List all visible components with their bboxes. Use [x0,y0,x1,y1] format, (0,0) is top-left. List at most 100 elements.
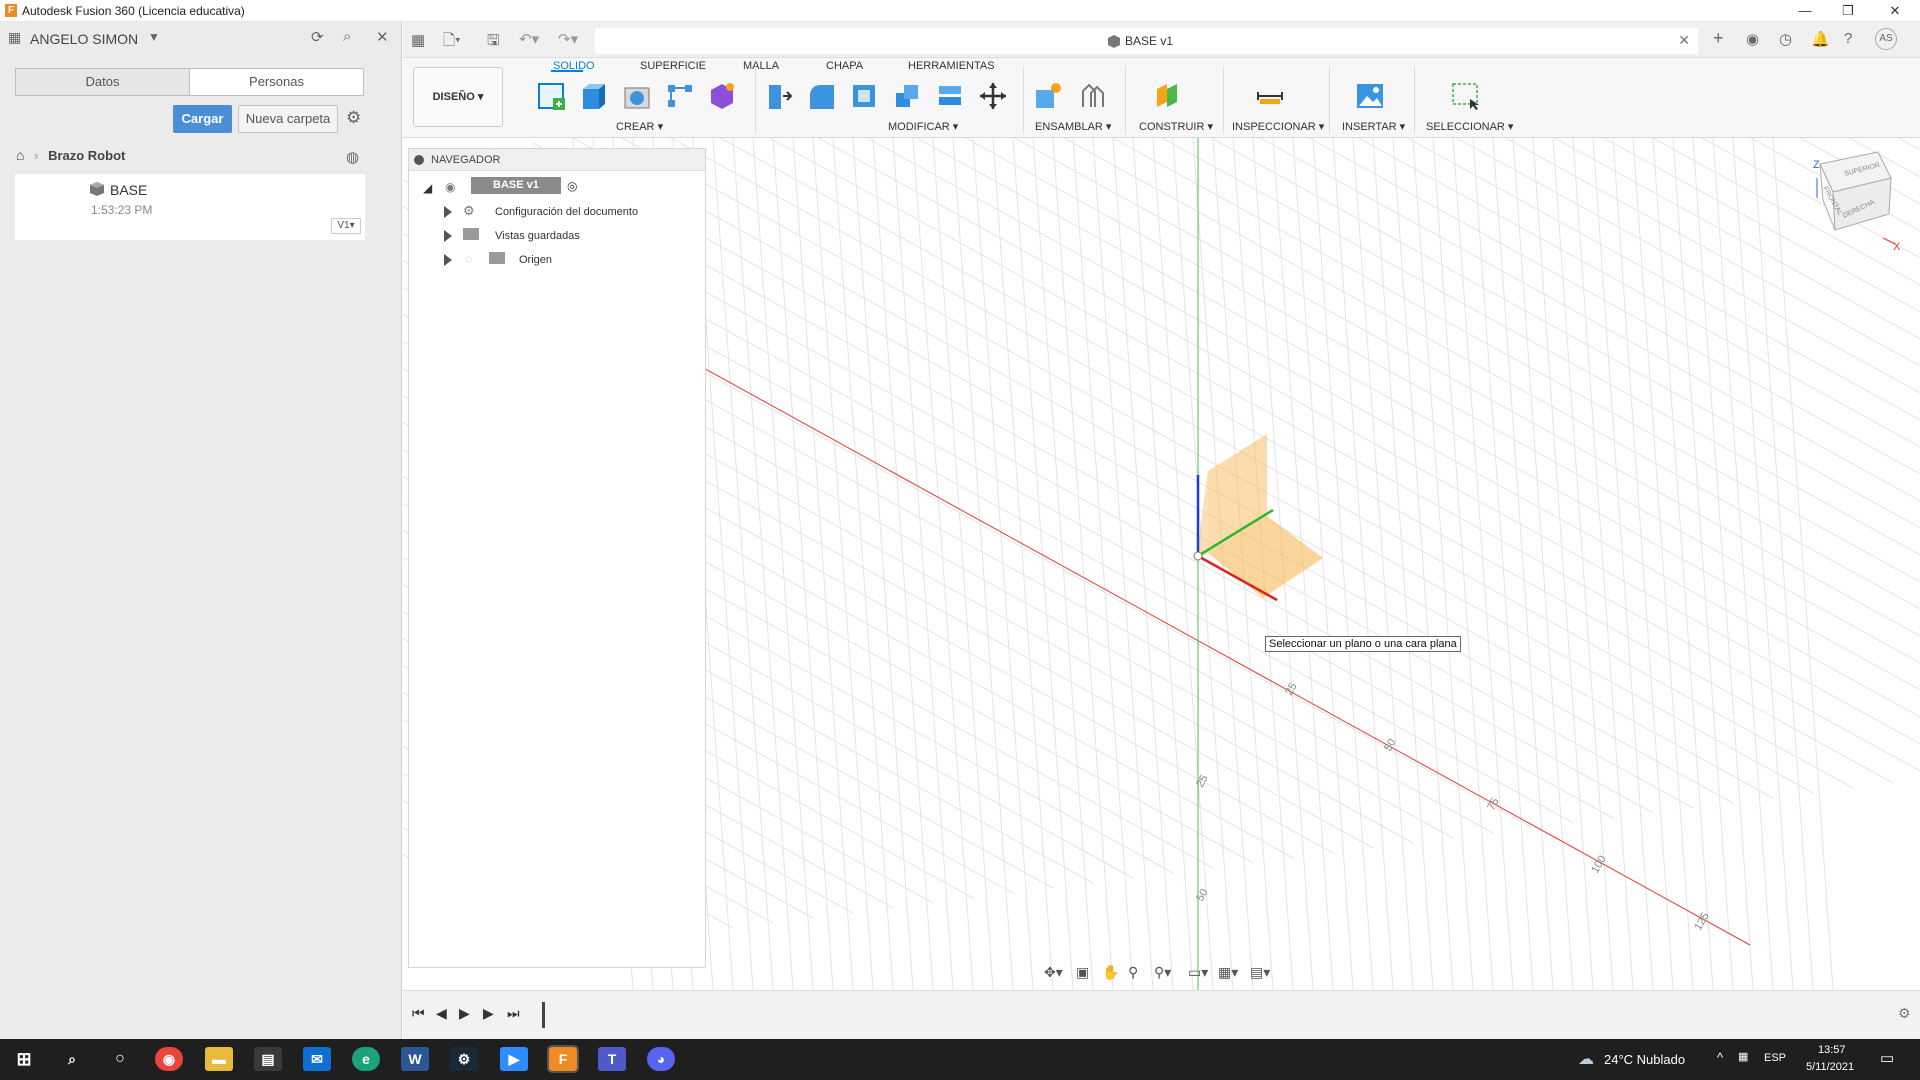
store-icon[interactable]: ▤ [254,1047,282,1071]
file-menu-icon[interactable]: 🗋▾ [443,30,461,55]
press-pull-icon[interactable] [763,81,793,111]
user-name[interactable]: ANGELO SIMON [30,31,138,47]
fusion-taskbar-icon[interactable]: F [547,1045,579,1073]
sweep-icon[interactable] [665,81,695,111]
hidden-eye-icon[interactable]: ◌ [465,252,472,266]
document-tab[interactable]: BASE v1 ✕ [595,28,1698,54]
expand-icon[interactable] [444,254,452,266]
restore-icon[interactable]: ❐ [1828,0,1868,22]
view-cube[interactable]: SUPERIOR FRONTAL DERECHA Z X [1813,151,1901,253]
ime-icon[interactable]: ▦ [1738,1050,1748,1063]
group-seleccionar[interactable]: SELECCIONAR ▾ [1426,120,1513,133]
root-component[interactable]: BASE v1 [471,177,561,194]
workspace-dropdown[interactable]: DISEÑO ▾ [413,67,503,127]
group-construir[interactable]: CONSTRUIR ▾ [1139,120,1213,133]
combine-icon[interactable] [892,81,922,111]
offset-plane-icon[interactable] [1153,81,1183,111]
timeline-marker[interactable] [542,1002,545,1028]
look-at-icon[interactable]: ▣ [1076,964,1089,981]
upload-button[interactable]: Cargar [173,105,232,133]
mail-icon[interactable]: ✉ [303,1047,331,1071]
joint-icon[interactable] [1078,81,1108,111]
collapse-icon[interactable] [414,155,424,165]
edge-icon[interactable]: e [352,1047,380,1071]
play-icon[interactable]: ▶ [459,1005,470,1022]
go-to-end-icon[interactable]: ⏭ [507,1005,520,1022]
file-card[interactable]: BASE 1:53:23 PM V1▾ [15,174,365,240]
new-folder-button[interactable]: Nueva carpeta [238,105,338,133]
orbit-icon[interactable]: ✥▾ [1044,964,1063,981]
search-icon[interactable]: ⌕ [343,28,351,45]
browser-item[interactable]: Origen [519,254,552,266]
timeline-settings-icon[interactable]: ⚙ [1898,1005,1911,1022]
zoom-app-icon[interactable]: ▶ [500,1047,528,1071]
cortana-icon[interactable]: ○ [106,1047,134,1071]
data-panel-icon[interactable]: ▦ [411,31,425,49]
new-tab-icon[interactable]: + [1713,28,1724,49]
root-collapse-icon[interactable]: ◢ [423,181,432,195]
job-status-icon[interactable]: ◷ [1779,30,1792,48]
teams-icon[interactable]: T [598,1047,626,1071]
discord-icon[interactable]: ◕ [647,1047,675,1071]
fit-icon[interactable]: ⚲▾ [1154,964,1171,981]
group-insertar[interactable]: INSERTAR ▾ [1342,120,1405,133]
notification-center-icon[interactable]: ▭ [1880,1049,1894,1067]
tab-datos[interactable]: Datos [16,69,190,95]
version-dropdown[interactable]: V1▾ [331,218,361,234]
group-ensamblar[interactable]: ENSAMBLAR ▾ [1035,120,1111,133]
save-icon[interactable]: 🖫 [487,30,500,55]
home-icon[interactable]: ⌂ [16,147,24,163]
zoom-icon[interactable]: ⚲ [1128,964,1138,981]
gear-icon[interactable]: ⚙ [346,108,361,128]
notifications-icon[interactable]: 🔔 [1811,30,1830,48]
display-settings-icon[interactable]: ▭▾ [1188,964,1208,981]
grid-settings-icon[interactable]: ▦▾ [1218,964,1238,981]
redo-icon[interactable]: ↷▾ [558,30,578,48]
step-forward-icon[interactable]: ▶ [483,1005,494,1022]
avatar[interactable]: AS [1875,28,1897,50]
apps-grid-icon[interactable]: ▦ [8,29,21,46]
fillet-icon[interactable] [806,81,836,111]
insert-image-icon[interactable] [1355,81,1385,111]
help-icon[interactable]: ? [1844,30,1852,47]
browser-header[interactable]: NAVEGADOR [409,149,705,171]
window-select-icon[interactable] [1450,81,1480,111]
search-icon[interactable]: ⌕ [58,1047,86,1071]
activate-radio-icon[interactable]: ◎ [567,179,577,193]
new-component-icon[interactable] [1033,81,1063,111]
windows-start-icon[interactable]: ⊞ [10,1047,38,1071]
measure-icon[interactable] [1255,81,1285,111]
weather-text[interactable]: 24°C Nublado [1604,1052,1685,1067]
expand-icon[interactable] [444,206,452,218]
group-inspeccionar[interactable]: INSPECCIONAR ▾ [1232,120,1324,133]
tab-personas[interactable]: Personas [190,69,363,95]
expand-icon[interactable] [444,230,452,242]
tray-chevron-icon[interactable]: ^ [1717,1050,1723,1065]
close-tab-icon[interactable]: ✕ [1678,32,1690,49]
visibility-eye-icon[interactable]: ◉ [445,180,455,194]
clock-time[interactable]: 13:57 [1818,1044,1846,1056]
revolve-icon[interactable] [622,81,652,111]
undo-icon[interactable]: ↶▾ [519,30,539,48]
form-icon[interactable] [707,81,737,111]
origin-point[interactable] [1193,551,1203,561]
tab-malla[interactable]: MALLA [743,60,779,72]
go-to-start-icon[interactable]: ⏮ [412,1005,425,1022]
refresh-icon[interactable]: ⟳ [311,28,324,46]
tab-chapa[interactable]: CHAPA [826,60,863,72]
group-modificar[interactable]: MODIFICAR ▾ [888,120,958,133]
move-icon[interactable] [978,81,1008,111]
create-sketch-icon[interactable] [537,81,567,111]
clock-date[interactable]: 5/11/2021 [1806,1061,1854,1073]
close-icon[interactable]: ✕ [1875,0,1915,22]
extensions-icon[interactable]: ◉ [1746,30,1759,48]
group-crear[interactable]: CREAR ▾ [616,120,663,133]
word-icon[interactable]: W [401,1047,429,1071]
globe-icon[interactable]: ◍ [346,148,359,166]
breadcrumb-project[interactable]: Brazo Robot [48,148,125,163]
pan-icon[interactable]: ✋ [1102,964,1119,981]
minimize-icon[interactable]: — [1785,0,1825,22]
language-indicator[interactable]: ESP [1764,1052,1786,1064]
steam-icon[interactable]: ⚙ [450,1047,478,1071]
browser-item[interactable]: Configuración del documento [495,206,638,218]
